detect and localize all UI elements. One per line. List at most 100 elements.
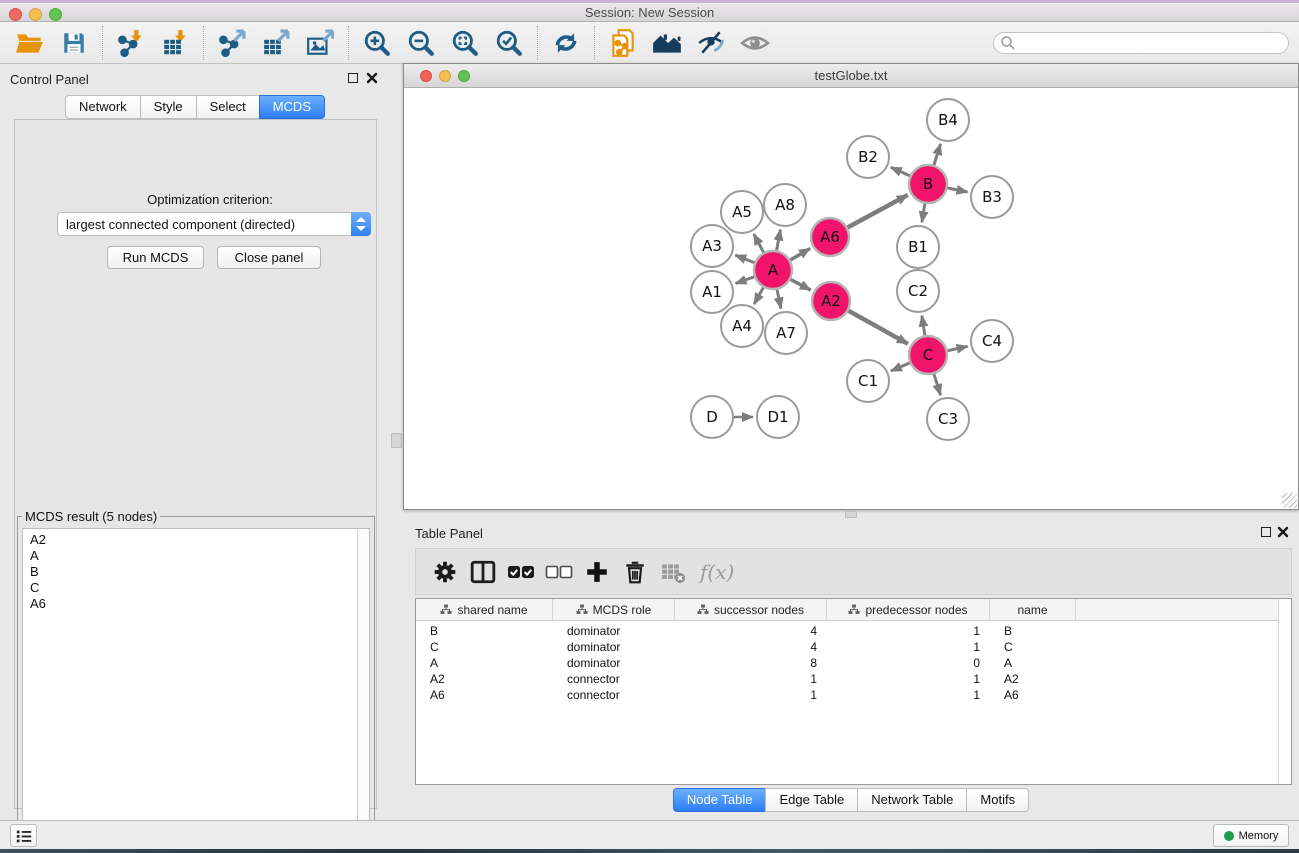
tab-node-table[interactable]: Node Table — [673, 788, 767, 812]
table-row[interactable]: Bdominator41B — [416, 623, 1291, 639]
network-window-titlebar[interactable]: testGlobe.txt — [404, 64, 1298, 88]
float-panel-icon[interactable] — [348, 73, 358, 83]
dropdown-stepper-icon[interactable] — [351, 212, 371, 236]
node-table[interactable]: shared nameMCDS rolesuccessor nodesprede… — [415, 598, 1292, 785]
mcds-result-item[interactable]: A6 — [30, 596, 357, 612]
search-input[interactable] — [993, 32, 1289, 54]
optimization-criterion-dropdown[interactable]: largest connected component (directed) — [57, 212, 371, 236]
trash-icon[interactable] — [620, 557, 650, 587]
mcds-result-item[interactable]: C — [30, 580, 357, 596]
graph-node-A8[interactable]: A8 — [764, 184, 806, 226]
zoom-fit-icon[interactable] — [448, 26, 482, 60]
graph-node-C4[interactable]: C4 — [971, 320, 1013, 362]
run-mcds-button[interactable]: Run MCDS — [107, 246, 204, 269]
graph-node-C3[interactable]: C3 — [927, 398, 969, 440]
mcds-result-item[interactable]: B — [30, 564, 357, 580]
table-cell: dominator — [553, 640, 675, 654]
graph-node-A3[interactable]: A3 — [691, 225, 733, 267]
horizontal-divider-grip[interactable] — [845, 511, 857, 518]
column-header-successor-nodes[interactable]: successor nodes — [675, 599, 827, 620]
table-row[interactable]: A6connector11A6 — [416, 687, 1291, 703]
network-canvas[interactable]: B4 B2 B B3 A8A5 A6 A3 B1 A A1 C2 A2 A4A7 C4 C C1 C3 D D1 — [404, 88, 1298, 509]
window-resize-grip[interactable] — [1282, 493, 1297, 508]
memory-status-icon — [1224, 831, 1234, 841]
table-cell: C — [416, 640, 553, 654]
copy-network-icon[interactable] — [606, 26, 640, 60]
close-panel-button[interactable]: Close panel — [217, 246, 321, 269]
column-header-predecessor-nodes[interactable]: predecessor nodes — [827, 599, 990, 620]
graph-node-A4[interactable]: A4 — [721, 305, 763, 347]
tab-select[interactable]: Select — [196, 95, 260, 119]
save-session-icon[interactable] — [57, 26, 91, 60]
columns-icon[interactable] — [468, 557, 498, 587]
column-header-name[interactable]: name — [990, 599, 1076, 620]
export-table-icon[interactable] — [259, 26, 293, 60]
tab-network-table[interactable]: Network Table — [857, 788, 967, 812]
table-row[interactable]: Adominator80A — [416, 655, 1291, 671]
export-image-icon[interactable] — [303, 26, 337, 60]
import-network-icon[interactable] — [114, 26, 148, 60]
graph-node-B4[interactable]: B4 — [927, 99, 969, 141]
table-close-panel-icon[interactable] — [1277, 526, 1289, 538]
eye-icon[interactable] — [738, 26, 772, 60]
tab-motifs[interactable]: Motifs — [966, 788, 1029, 812]
tab-mcds[interactable]: MCDS — [259, 95, 325, 119]
table-delete-icon[interactable] — [658, 557, 688, 587]
window-titlebar[interactable]: Session: New Session — [0, 3, 1299, 22]
task-history-button[interactable] — [10, 824, 37, 847]
vertical-divider-grip[interactable] — [391, 433, 402, 448]
zoom-in-icon[interactable] — [360, 26, 394, 60]
svg-text:A: A — [768, 261, 779, 279]
open-folder-icon[interactable] — [13, 26, 47, 60]
table-scrollbar[interactable] — [1278, 599, 1291, 784]
table-float-panel-icon[interactable] — [1261, 527, 1271, 537]
mcds-result-item[interactable]: A2 — [30, 532, 357, 548]
zoom-out-icon[interactable] — [404, 26, 438, 60]
checkboxes-checked-icon[interactable] — [506, 557, 536, 587]
graph-node-B[interactable]: B — [909, 165, 947, 203]
function-builder-icon[interactable]: f(x) — [700, 560, 734, 584]
tab-edge-table[interactable]: Edge Table — [765, 788, 858, 812]
export-network-icon[interactable] — [215, 26, 249, 60]
add-icon[interactable] — [582, 557, 612, 587]
memory-button[interactable]: Memory — [1213, 824, 1289, 847]
table-cell: 0 — [827, 656, 990, 670]
result-list-scrollbar[interactable] — [357, 528, 370, 853]
graph-node-A2[interactable]: A2 — [812, 282, 850, 320]
graph-node-C2[interactable]: C2 — [897, 270, 939, 312]
table-panel-title: Table Panel — [415, 526, 483, 541]
graph-node-A7[interactable]: A7 — [765, 312, 807, 354]
network-view-window[interactable]: testGlobe.txt B4 B2 B B3 A8A5 A6 A3 B1 A A1 C2 A2 A4… — [403, 63, 1299, 510]
refresh-icon[interactable] — [549, 26, 583, 60]
graph-node-A5[interactable]: A5 — [721, 191, 763, 233]
graph-node-C[interactable]: C — [909, 336, 947, 374]
graph-node-B1[interactable]: B1 — [897, 226, 939, 268]
close-panel-icon[interactable] — [366, 72, 378, 84]
graph-node-B3[interactable]: B3 — [971, 176, 1013, 218]
table-cell: A2 — [990, 672, 1076, 686]
toolbar-separator — [594, 26, 595, 60]
graph-node-D1[interactable]: D1 — [757, 396, 799, 438]
import-table-icon[interactable] — [158, 26, 192, 60]
zoom-selected-icon[interactable] — [492, 26, 526, 60]
graph-node-A1[interactable]: A1 — [691, 271, 733, 313]
table-row[interactable]: Cdominator41C — [416, 639, 1291, 655]
graph-node-A6[interactable]: A6 — [811, 218, 849, 256]
eye-slash-icon[interactable] — [694, 26, 728, 60]
tab-style[interactable]: Style — [140, 95, 197, 119]
graph-node-D[interactable]: D — [691, 396, 733, 438]
tab-network[interactable]: Network — [65, 95, 141, 119]
graph-node-C1[interactable]: C1 — [847, 360, 889, 402]
graph-node-B2[interactable]: B2 — [847, 136, 889, 178]
column-header-shared-name[interactable]: shared name — [416, 599, 553, 620]
houses-icon[interactable] — [650, 26, 684, 60]
graph-node-A[interactable]: A — [754, 251, 792, 289]
checkboxes-unchecked-icon[interactable] — [544, 557, 574, 587]
mcds-result-item[interactable]: A — [30, 548, 357, 564]
table-cell: dominator — [553, 624, 675, 638]
table-row[interactable]: A2connector11A2 — [416, 671, 1291, 687]
optimization-criterion-label: Optimization criterion: — [15, 192, 405, 207]
gear-icon[interactable] — [430, 557, 460, 587]
mcds-result-list[interactable]: A2ABCA6 — [22, 528, 358, 853]
column-header-MCDS-role[interactable]: MCDS role — [553, 599, 675, 620]
